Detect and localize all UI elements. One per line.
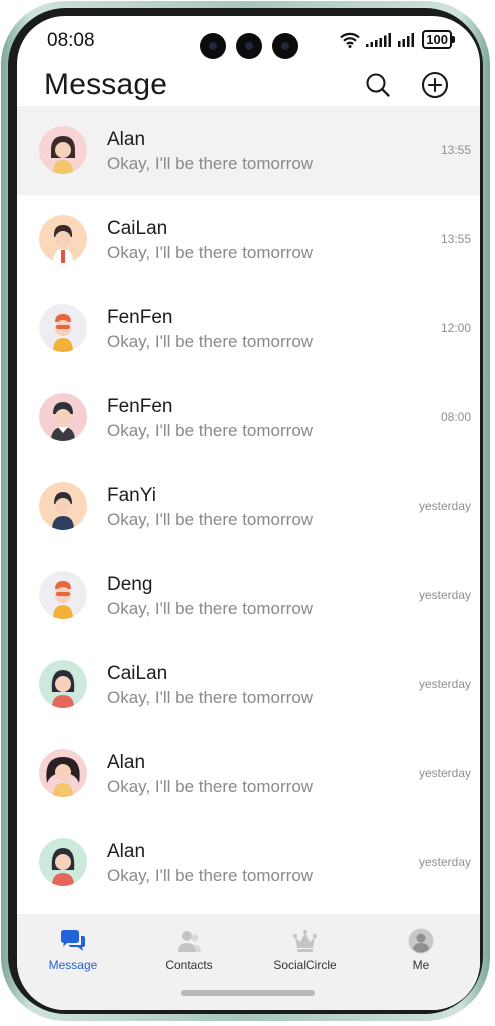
avatar xyxy=(39,571,87,619)
tab-label: Contacts xyxy=(165,958,213,972)
profile-icon xyxy=(408,928,434,954)
contact-name: Alan xyxy=(107,841,146,862)
signal-icon xyxy=(366,32,392,47)
contact-name: FanYi xyxy=(107,485,156,506)
message-preview: Okay, I'll be there tomorrow xyxy=(107,332,314,351)
contact-name: Deng xyxy=(107,574,153,595)
avatar xyxy=(39,660,87,708)
message-preview: Okay, I'll be there tomorrow xyxy=(107,243,314,262)
camera-icon xyxy=(200,33,226,59)
conversation-row[interactable]: CaiLan Okay, I'll be there tomorrow yest… xyxy=(17,640,480,729)
wifi-icon xyxy=(340,32,361,48)
contact-name: CaiLan xyxy=(107,663,168,684)
status-time: 08:08 xyxy=(47,30,95,51)
message-time: yesterday xyxy=(418,766,471,780)
avatar xyxy=(39,215,87,263)
contact-name: Alan xyxy=(107,752,146,773)
camera-icon xyxy=(236,33,262,59)
avatar xyxy=(39,838,87,886)
contacts-icon xyxy=(178,931,201,952)
home-indicator[interactable] xyxy=(181,990,315,996)
avatar xyxy=(39,126,87,174)
message-time: yesterday xyxy=(418,855,471,869)
message-preview: Okay, I'll be there tomorrow xyxy=(107,688,314,707)
avatar xyxy=(39,393,87,441)
battery-indicator: 100 xyxy=(422,30,455,49)
avatar xyxy=(39,749,87,797)
contact-name: FenFen xyxy=(107,396,173,417)
conversation-row[interactable]: Alan Okay, I'll be there tomorrow yester… xyxy=(17,818,480,907)
conversation-list: Alan Okay, I'll be there tomorrow 13:55 … xyxy=(17,106,480,907)
avatar xyxy=(39,304,87,352)
contact-name: FenFen xyxy=(107,307,173,328)
conversation-row[interactable]: FenFen Okay, I'll be there tomorrow 12:0… xyxy=(17,284,480,373)
conversation-row[interactable]: FenFen Okay, I'll be there tomorrow 08:0… xyxy=(17,373,480,462)
message-preview: Okay, I'll be there tomorrow xyxy=(107,154,314,173)
bottom-tab-bar: Message Contacts SocialCircle Me xyxy=(17,914,480,1010)
signal-icon xyxy=(398,32,415,47)
message-preview: Okay, I'll be there tomorrow xyxy=(107,510,314,529)
search-button[interactable] xyxy=(363,70,393,100)
add-button[interactable] xyxy=(420,70,450,100)
message-preview: Okay, I'll be there tomorrow xyxy=(107,421,314,440)
message-time: 08:00 xyxy=(440,410,471,424)
message-time: yesterday xyxy=(418,588,471,602)
tab-contacts[interactable]: Contacts xyxy=(144,926,234,972)
header: Message xyxy=(17,68,480,108)
avatar xyxy=(39,482,87,530)
camera-icon xyxy=(272,33,298,59)
search-icon xyxy=(366,73,390,97)
page-title: Message xyxy=(44,68,168,101)
message-time: yesterday xyxy=(418,677,471,691)
message-time: yesterday xyxy=(418,499,471,513)
conversation-row[interactable]: Deng Okay, I'll be there tomorrow yester… xyxy=(17,551,480,640)
conversation-row[interactable]: Alan Okay, I'll be there tomorrow yester… xyxy=(17,729,480,818)
tab-message[interactable]: Message xyxy=(28,926,118,972)
status-bar: 08:08 100 xyxy=(17,16,480,68)
contact-name: Alan xyxy=(107,129,146,150)
system-icons: 100 xyxy=(340,30,455,49)
crown-icon xyxy=(293,930,317,952)
message-preview: Okay, I'll be there tomorrow xyxy=(107,599,314,618)
chat-bubbles-icon xyxy=(61,930,85,951)
screen: 08:08 100 Message Alan Okay, I'll be the… xyxy=(17,16,480,1010)
tab-me[interactable]: Me xyxy=(376,926,466,972)
message-time: 12:00 xyxy=(440,321,471,335)
conversation-row[interactable]: Alan Okay, I'll be there tomorrow 13:55 xyxy=(17,106,480,195)
conversation-row[interactable]: FanYi Okay, I'll be there tomorrow yeste… xyxy=(17,462,480,551)
message-time: 13:55 xyxy=(440,232,471,246)
tab-label: Me xyxy=(412,958,430,972)
contact-name: CaiLan xyxy=(107,218,168,239)
tab-socialcircle[interactable]: SocialCircle xyxy=(260,926,350,972)
conversation-row[interactable]: CaiLan Okay, I'll be there tomorrow 13:5… xyxy=(17,195,480,284)
tab-label: SocialCircle xyxy=(273,958,337,972)
message-time: 13:55 xyxy=(440,143,471,157)
add-circle-icon xyxy=(421,71,449,99)
message-preview: Okay, I'll be there tomorrow xyxy=(107,866,314,885)
tab-label: Message xyxy=(48,958,98,972)
message-preview: Okay, I'll be there tomorrow xyxy=(107,777,314,796)
